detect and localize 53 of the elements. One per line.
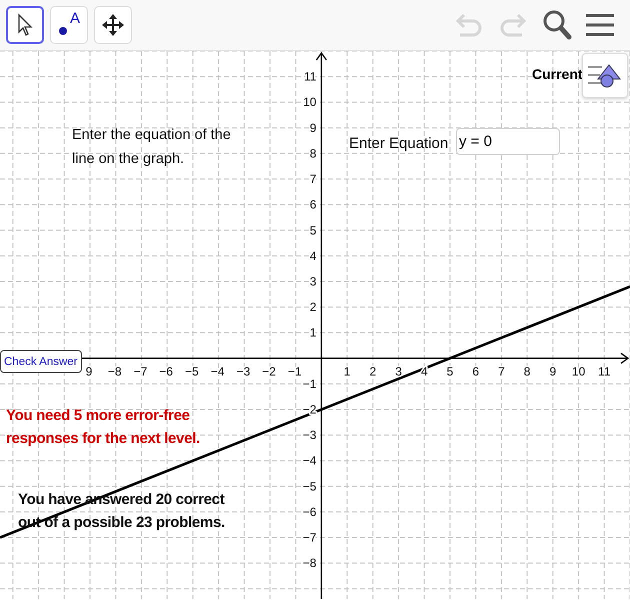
shapes-icon <box>587 62 623 90</box>
tick-label: 9 <box>310 120 316 135</box>
tick-label: −4 <box>302 454 316 468</box>
tick-label: −8 <box>302 556 316 570</box>
tick-label: −4 <box>210 364 224 378</box>
tick-label: 11 <box>304 70 316 84</box>
tick-label: −6 <box>159 364 173 378</box>
tick-label: 5 <box>446 364 454 378</box>
current-label: Current <box>532 66 583 82</box>
tick-label: −8 <box>108 364 122 378</box>
tick-label: 8 <box>310 146 316 160</box>
tick-label: −3 <box>236 364 250 378</box>
tick-label: 9 <box>86 364 92 378</box>
tick-label: −7 <box>134 364 148 378</box>
tick-label: 8 <box>524 364 530 378</box>
tick-label: 2 <box>370 364 376 378</box>
tick-label: 3 <box>310 274 316 288</box>
tick-label: −6 <box>302 504 316 519</box>
tick-label: −5 <box>185 364 199 378</box>
tick-label: 9 <box>550 364 556 378</box>
tick-label: −2 <box>262 364 276 378</box>
four-way-arrow-icon <box>100 12 126 38</box>
tick-label: 6 <box>310 198 316 212</box>
move-tool-button[interactable] <box>94 6 132 44</box>
tick-label: 5 <box>310 223 316 238</box>
tick-label: 11 <box>598 364 611 378</box>
tick-label: 1 <box>344 364 350 378</box>
tick-label: 1 <box>310 326 316 340</box>
tick-label: −1 <box>302 376 316 391</box>
point-tool-button[interactable]: A <box>50 6 88 44</box>
pointer-tool-button[interactable] <box>6 6 44 44</box>
equation-input[interactable]: y = 0 <box>456 128 560 155</box>
tick-label: 7 <box>310 172 316 186</box>
tick-label: 2 <box>310 300 316 314</box>
tick-label: 6 <box>472 364 480 378</box>
tick-label: −7 <box>302 530 316 545</box>
tick-label: −3 <box>302 428 316 442</box>
tick-label: 7 <box>498 364 505 378</box>
level-message: You need 5 more error-free responses for the next level. <box>6 406 200 449</box>
point-icon <box>58 26 68 36</box>
tick-label: 4 <box>310 248 316 263</box>
tick-label: −1 <box>288 364 302 378</box>
tick-label: −2 <box>302 402 316 416</box>
search-icon[interactable] <box>542 9 572 41</box>
check-answer-button[interactable]: Check Answer <box>0 350 82 373</box>
menu-icon[interactable] <box>586 13 614 37</box>
instructions-text: Enter the equation of the line on the graph. <box>72 126 231 169</box>
tick-label: 10 <box>303 95 316 110</box>
tick-label: 10 <box>572 364 586 378</box>
tick-label: −5 <box>302 479 316 494</box>
equation-label: Enter Equation <box>349 135 448 152</box>
style-bar-button[interactable] <box>582 53 628 98</box>
tick-label: 3 <box>395 364 402 378</box>
